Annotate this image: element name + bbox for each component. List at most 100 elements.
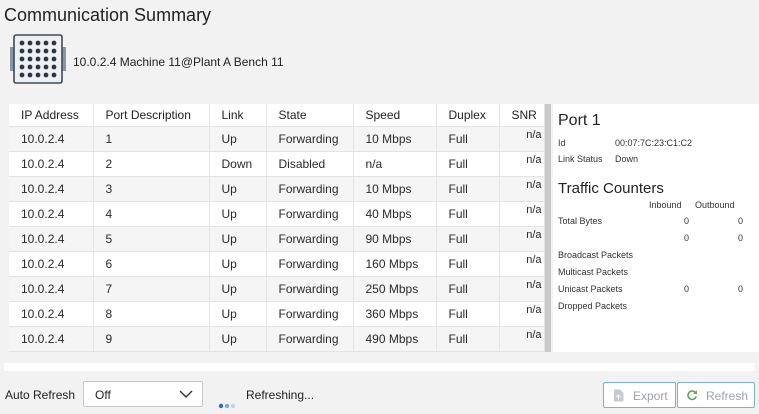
cell-state: Forwarding (266, 326, 354, 352)
cell-port-description: 5 (93, 226, 210, 252)
cell-duplex: Full (436, 201, 500, 227)
cell-speed: 250 Mbps (353, 276, 437, 302)
table-header-row: IP Address Port Description Link State S… (9, 104, 545, 127)
port-dot (19, 56, 25, 62)
cell-port-description: 8 (93, 301, 210, 327)
cell-duplex: Full (436, 151, 500, 177)
cell-ip: 10.0.2.4 (9, 251, 94, 277)
table-row[interactable]: 10.0.2.4 7 Up Forwarding 250 Mbps Full n/a (9, 276, 545, 302)
port-dot (43, 40, 49, 46)
cell-state: Forwarding (266, 276, 354, 302)
refresh-status-text: Refreshing... (246, 388, 315, 402)
table-row[interactable]: 10.0.2.4 1 Up Forwarding 10 Mbps Full n/a (9, 126, 545, 152)
loading-spinner-icon (218, 403, 236, 409)
cell-speed: 10 Mbps (353, 126, 437, 152)
port-dot (51, 40, 57, 46)
column-header-snr[interactable]: SNR (499, 104, 545, 127)
cell-state: Forwarding (266, 201, 354, 227)
refresh-button[interactable]: Refresh (677, 382, 755, 408)
cell-duplex: Full (436, 326, 500, 352)
ports-table: IP Address Port Description Link State S… (9, 104, 545, 352)
second-row-inbound: 0 (683, 233, 689, 243)
cell-link: Up (209, 326, 267, 352)
cell-snr: n/a (499, 326, 545, 352)
table-scrollbar[interactable] (545, 104, 551, 352)
cell-link: Up (209, 126, 267, 152)
port-dot (43, 48, 49, 54)
column-header-state[interactable]: State (266, 104, 354, 127)
chevron-down-icon (179, 390, 193, 398)
port-dot (19, 72, 25, 78)
export-button[interactable]: Export (603, 382, 676, 408)
table-row[interactable]: 10.0.2.4 9 Up Forwarding 490 Mbps Full n/a (9, 326, 545, 352)
cell-duplex: Full (436, 176, 500, 202)
column-header-ip[interactable]: IP Address (9, 104, 94, 127)
port-dot (51, 56, 57, 62)
port-dot (19, 64, 25, 70)
cell-duplex: Full (436, 276, 500, 302)
column-header-speed[interactable]: Speed (353, 104, 437, 127)
auto-refresh-label: Auto Refresh (5, 388, 76, 402)
table-row[interactable]: 10.0.2.4 4 Up Forwarding 40 Mbps Full n/a (9, 201, 545, 227)
broadcast-packets-label: Broadcast Packets (558, 250, 634, 260)
port-dot (27, 64, 33, 70)
port-dot (27, 56, 33, 62)
cell-state: Disabled (266, 151, 354, 177)
link-status-value: Down (615, 154, 639, 164)
table-row[interactable]: 10.0.2.4 8 Up Forwarding 360 Mbps Full n/a (9, 301, 545, 327)
table-row[interactable]: 10.0.2.4 5 Up Forwarding 90 Mbps Full n/a (9, 226, 545, 252)
page-title: Communication Summary (4, 5, 212, 25)
cell-speed: n/a (353, 151, 437, 177)
cell-link: Down (209, 151, 267, 177)
cell-ip: 10.0.2.4 (9, 201, 94, 227)
column-header-duplex[interactable]: Duplex (436, 104, 500, 127)
cell-snr: n/a (499, 201, 545, 227)
traffic-counters-title: Traffic Counters (558, 180, 664, 197)
port-detail-panel: Port 1 Id 00:07:7C:23:C1:C2 Link Status … (553, 104, 759, 352)
port-dot (19, 48, 25, 54)
cell-state: Forwarding (266, 126, 354, 152)
cell-state: Forwarding (266, 301, 354, 327)
cell-speed: 360 Mbps (353, 301, 437, 327)
network-switch-icon (10, 34, 66, 84)
cell-link: Up (209, 251, 267, 277)
auto-refresh-select[interactable]: Off (83, 381, 203, 407)
column-header-link[interactable]: Link (209, 104, 267, 127)
second-row-outbound: 0 (737, 233, 743, 243)
port-dot (27, 40, 33, 46)
cell-snr: n/a (499, 226, 545, 252)
cell-link: Up (209, 201, 267, 227)
cell-ip: 10.0.2.4 (9, 151, 94, 177)
table-row[interactable]: 10.0.2.4 6 Up Forwarding 160 Mbps Full n/a (9, 251, 545, 277)
port-dot (19, 40, 25, 46)
port-dot (35, 40, 41, 46)
cell-port-description: 9 (93, 326, 210, 352)
cell-ip: 10.0.2.4 (9, 176, 94, 202)
cell-ip: 10.0.2.4 (9, 226, 94, 252)
outbound-header: Outbound (695, 200, 735, 210)
table-row[interactable]: 10.0.2.4 2 Down Disabled n/a Full n/a (9, 151, 545, 177)
inbound-header: Inbound (649, 200, 682, 210)
port-dot (35, 64, 41, 70)
table-row[interactable]: 10.0.2.4 3 Up Forwarding 10 Mbps Full n/a (9, 176, 545, 202)
cell-snr: n/a (499, 126, 545, 152)
refresh-button-label: Refresh (706, 389, 749, 403)
link-status-label: Link Status (558, 154, 603, 164)
cell-port-description: 1 (93, 126, 210, 152)
cell-port-description: 2 (93, 151, 210, 177)
horizontal-scroll-track[interactable] (4, 363, 755, 371)
cell-duplex: Full (436, 301, 500, 327)
cell-port-description: 3 (93, 176, 210, 202)
cell-duplex: Full (436, 251, 500, 277)
cell-port-description: 7 (93, 276, 210, 302)
cell-link: Up (209, 226, 267, 252)
export-file-icon (614, 389, 624, 402)
cell-speed: 490 Mbps (353, 326, 437, 352)
cell-speed: 40 Mbps (353, 201, 437, 227)
cell-snr: n/a (499, 176, 545, 202)
cell-speed: 90 Mbps (353, 226, 437, 252)
port-dot (51, 72, 57, 78)
cell-speed: 160 Mbps (353, 251, 437, 277)
port-dot (43, 56, 49, 62)
column-header-port-description[interactable]: Port Description (93, 104, 210, 127)
